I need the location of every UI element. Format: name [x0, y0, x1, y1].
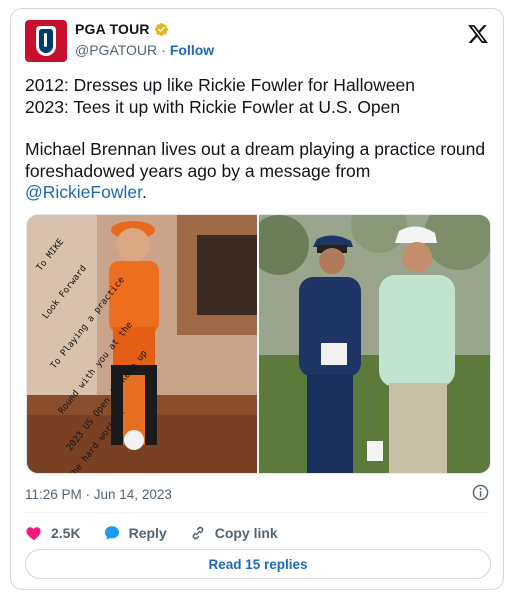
pga-tour-logo-icon	[36, 26, 56, 56]
verified-badge-icon	[154, 22, 168, 36]
speech-bubble-icon	[104, 526, 119, 540]
tweet-line: 2023: Tees it up with Rickie Fowler at U…	[25, 96, 401, 117]
tweet-paragraph-end: .	[141, 182, 147, 202]
tweet-header: PGA TOUR @PGATOUR · Follow	[25, 19, 489, 63]
halloween-photo-scene	[27, 215, 257, 473]
x-logo-icon[interactable]	[467, 23, 489, 45]
heart-icon	[26, 527, 41, 541]
avatar[interactable]	[25, 20, 67, 62]
account-handle-row: @PGATOUR · Follow	[75, 42, 214, 58]
separator-dot: ·	[161, 42, 166, 58]
tweet-line: 2012: Dresses up like Rickie Fowler for …	[25, 75, 416, 95]
reply-action-button[interactable]: Reply	[103, 524, 167, 542]
copy-link-button[interactable]: Copy link	[189, 524, 278, 542]
info-icon[interactable]	[472, 484, 489, 501]
tweet-paragraph: Michael Brennan lives out a dream playin…	[25, 139, 495, 204]
practice-round-photo[interactable]	[259, 215, 490, 473]
tweet-card: PGA TOUR @PGATOUR · Follow 2012: Dresses…	[10, 8, 504, 590]
read-replies-button[interactable]: Read 15 replies	[25, 549, 491, 579]
like-count: 2.5K	[51, 525, 81, 541]
tweet-actions: 2.5K Reply Copy link	[25, 521, 300, 545]
follow-button[interactable]: Follow	[170, 42, 214, 58]
copy-link-label: Copy link	[214, 525, 278, 541]
like-button[interactable]: 2.5K	[25, 524, 81, 542]
account-handle[interactable]: @PGATOUR	[75, 42, 157, 58]
tweet-text: 2012: Dresses up like Rickie Fowler for …	[25, 75, 495, 204]
mention-link[interactable]: @RickieFowler	[25, 182, 142, 202]
practice-round-scene	[259, 215, 490, 473]
divider	[25, 512, 489, 513]
reply-label: Reply	[128, 525, 167, 541]
autographed-halloween-photo[interactable]: To MIKE Look Forward To Playing a practi…	[27, 215, 259, 473]
account-name[interactable]: PGA TOUR	[75, 21, 150, 37]
link-icon	[192, 526, 203, 540]
tweet-paragraph-text: Michael Brennan lives out a dream playin…	[25, 139, 486, 181]
tweet-timestamp[interactable]: 11:26 PM · Jun 14, 2023	[25, 487, 172, 502]
tweet-media[interactable]: To MIKE Look Forward To Playing a practi…	[26, 214, 491, 474]
account-name-row: PGA TOUR	[75, 21, 169, 37]
